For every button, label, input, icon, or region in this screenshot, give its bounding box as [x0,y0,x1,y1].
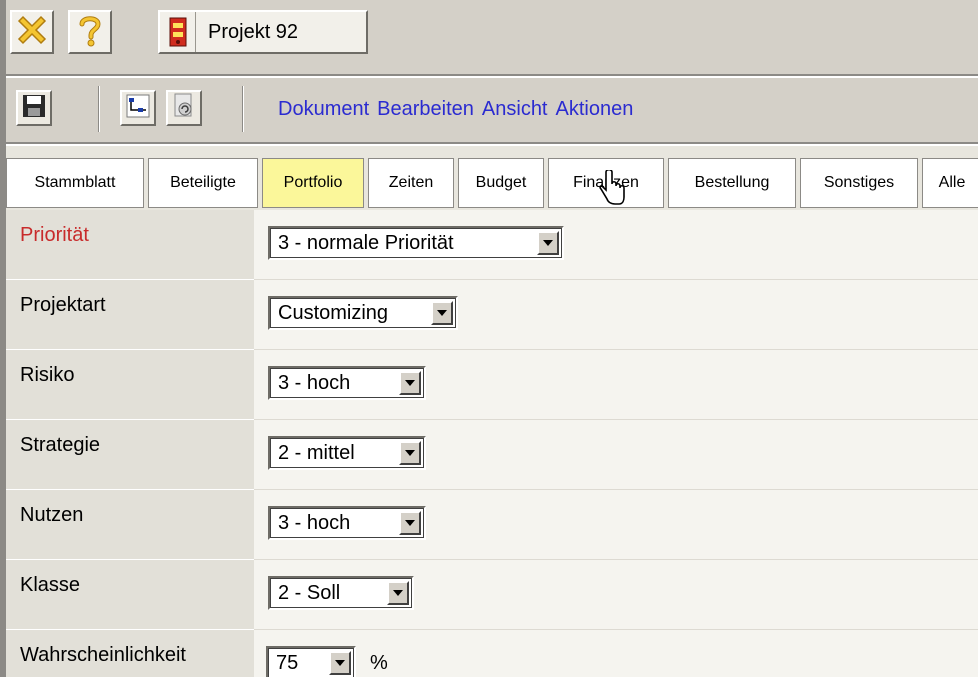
chevron-down-icon[interactable] [399,511,421,535]
klasse-value-cell: 2 - Soll [254,560,978,630]
form-row-risiko: Risiko 3 - hoch [6,350,978,420]
klasse-select-value: 2 - Soll [278,581,341,604]
menu-bar: Dokument Bearbeiten Ansicht Aktionen [278,98,633,121]
wahrscheinlichkeit-select-value: 75 [276,651,299,674]
strategie-select-value: 2 - mittel [278,441,355,464]
chevron-down-icon[interactable] [399,441,421,465]
title-bar: Projekt 92 [6,0,978,76]
klasse-select[interactable]: 2 - Soll [268,576,414,610]
form-row-wahrscheinlichkeit: Wahrscheinlichkeit 75 % [6,630,978,677]
prioritaet-label: Priorität [6,210,254,280]
form-row-nutzen: Nutzen 3 - hoch [6,490,978,560]
form-row-strategie: Strategie 2 - mittel [6,420,978,490]
nutzen-value-cell: 3 - hoch [254,490,978,560]
binder-icon [160,12,196,52]
close-x-icon [15,13,49,52]
document-title: Projekt 92 [208,20,299,43]
document-refresh-icon [172,93,196,124]
tab-beteiligte[interactable]: Beteiligte [148,158,258,208]
portfolio-form: Priorität 3 - normale Priorität Projekta… [6,210,978,677]
tab-bar: Stammblatt Beteiligte Portfolio Zeiten B… [6,146,978,210]
hierarchy-icon [126,94,150,123]
tab-sonstiges[interactable]: Sonstiges [800,158,918,208]
prioritaet-value-cell: 3 - normale Priorität [254,210,978,280]
tab-budget[interactable]: Budget [458,158,544,208]
projektart-value-cell: Customizing [254,280,978,350]
risiko-select-value: 3 - hoch [278,371,351,394]
strategie-value-cell: 2 - mittel [254,420,978,490]
question-icon [75,13,105,52]
menu-bearbeiten[interactable]: Bearbeiten [377,98,474,121]
menu-aktionen[interactable]: Aktionen [556,98,634,121]
refresh-document-button[interactable] [166,90,202,126]
toolbar: Dokument Bearbeiten Ansicht Aktionen [6,78,978,144]
tab-alle[interactable]: Alle [922,158,978,208]
risiko-value-cell: 3 - hoch [254,350,978,420]
form-row-klasse: Klasse 2 - Soll [6,560,978,630]
floppy-disk-icon [22,94,46,123]
projektart-select[interactable]: Customizing [268,296,458,330]
klasse-label: Klasse [6,560,254,630]
form-row-projektart: Projektart Customizing [6,280,978,350]
wahrscheinlichkeit-value-cell: 75 % [254,630,978,677]
help-button[interactable] [68,10,112,54]
chevron-down-icon[interactable] [537,231,559,255]
nutzen-label: Nutzen [6,490,254,560]
wahrscheinlichkeit-select[interactable]: 75 [266,646,356,677]
chevron-down-icon[interactable] [431,301,453,325]
chevron-down-icon[interactable] [399,371,421,395]
toolbar-separator [242,86,244,132]
menu-dokument[interactable]: Dokument [278,98,369,121]
strategie-select[interactable]: 2 - mittel [268,436,426,470]
tab-portfolio[interactable]: Portfolio [262,158,364,208]
tab-bestellung[interactable]: Bestellung [668,158,796,208]
projektart-select-value: Customizing [278,301,389,324]
tab-zeiten[interactable]: Zeiten [368,158,454,208]
nutzen-select[interactable]: 3 - hoch [268,506,426,540]
toolbar-separator [98,86,100,132]
save-button[interactable] [16,90,52,126]
strategie-label: Strategie [6,420,254,490]
menu-ansicht[interactable]: Ansicht [482,98,548,121]
form-row-prioritaet: Priorität 3 - normale Priorität [6,210,978,280]
application-window: Projekt 92 Dokument Bearbeiten Ansicht A… [0,0,978,677]
document-tab-button[interactable]: Projekt 92 [158,10,368,54]
risiko-label: Risiko [6,350,254,420]
prioritaet-select-value: 3 - normale Priorität [278,231,454,254]
chevron-down-icon[interactable] [329,651,351,675]
wahrscheinlichkeit-label: Wahrscheinlichkeit [6,630,254,677]
hierarchy-button[interactable] [120,90,156,126]
tab-stammblatt[interactable]: Stammblatt [6,158,144,208]
nutzen-select-value: 3 - hoch [278,511,351,534]
chevron-down-icon[interactable] [387,581,409,605]
hand-cursor-icon [599,170,625,205]
percent-unit: % [370,652,388,674]
risiko-select[interactable]: 3 - hoch [268,366,426,400]
close-button[interactable] [10,10,54,54]
projektart-label: Projektart [6,280,254,350]
prioritaet-select[interactable]: 3 - normale Priorität [268,226,564,260]
